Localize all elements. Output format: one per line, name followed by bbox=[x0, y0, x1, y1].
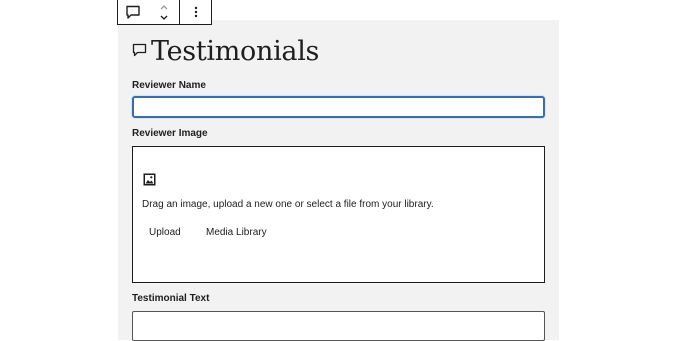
reviewer-name-input[interactable] bbox=[132, 96, 545, 118]
reviewer-image-label: Reviewer Image bbox=[132, 128, 208, 139]
block-toolbar bbox=[117, 0, 212, 25]
upload-button[interactable]: Upload bbox=[149, 227, 181, 238]
image-placeholder[interactable]: Drag an image, upload a new one or selec… bbox=[132, 146, 545, 283]
speech-bubble-icon bbox=[132, 43, 147, 62]
move-up-button[interactable] bbox=[159, 1, 169, 12]
image-icon bbox=[143, 173, 156, 191]
block-title: Testimonials bbox=[151, 36, 320, 67]
block-movers bbox=[148, 0, 180, 24]
media-library-button[interactable]: Media Library bbox=[206, 227, 267, 238]
more-options-button[interactable] bbox=[180, 0, 211, 24]
image-instructions: Drag an image, upload a new one or selec… bbox=[142, 199, 434, 210]
testimonial-text-label: Testimonial Text bbox=[132, 293, 210, 304]
speech-bubble-icon bbox=[126, 5, 140, 19]
block-heading: Testimonials bbox=[132, 36, 319, 67]
chevron-down-icon bbox=[160, 15, 167, 20]
more-vertical-icon bbox=[194, 6, 197, 18]
chevron-up-icon bbox=[160, 4, 167, 9]
block-type-button[interactable] bbox=[118, 0, 148, 24]
move-down-button[interactable] bbox=[159, 12, 169, 23]
testimonial-text-input[interactable] bbox=[132, 311, 545, 341]
reviewer-name-label: Reviewer Name bbox=[132, 80, 206, 91]
